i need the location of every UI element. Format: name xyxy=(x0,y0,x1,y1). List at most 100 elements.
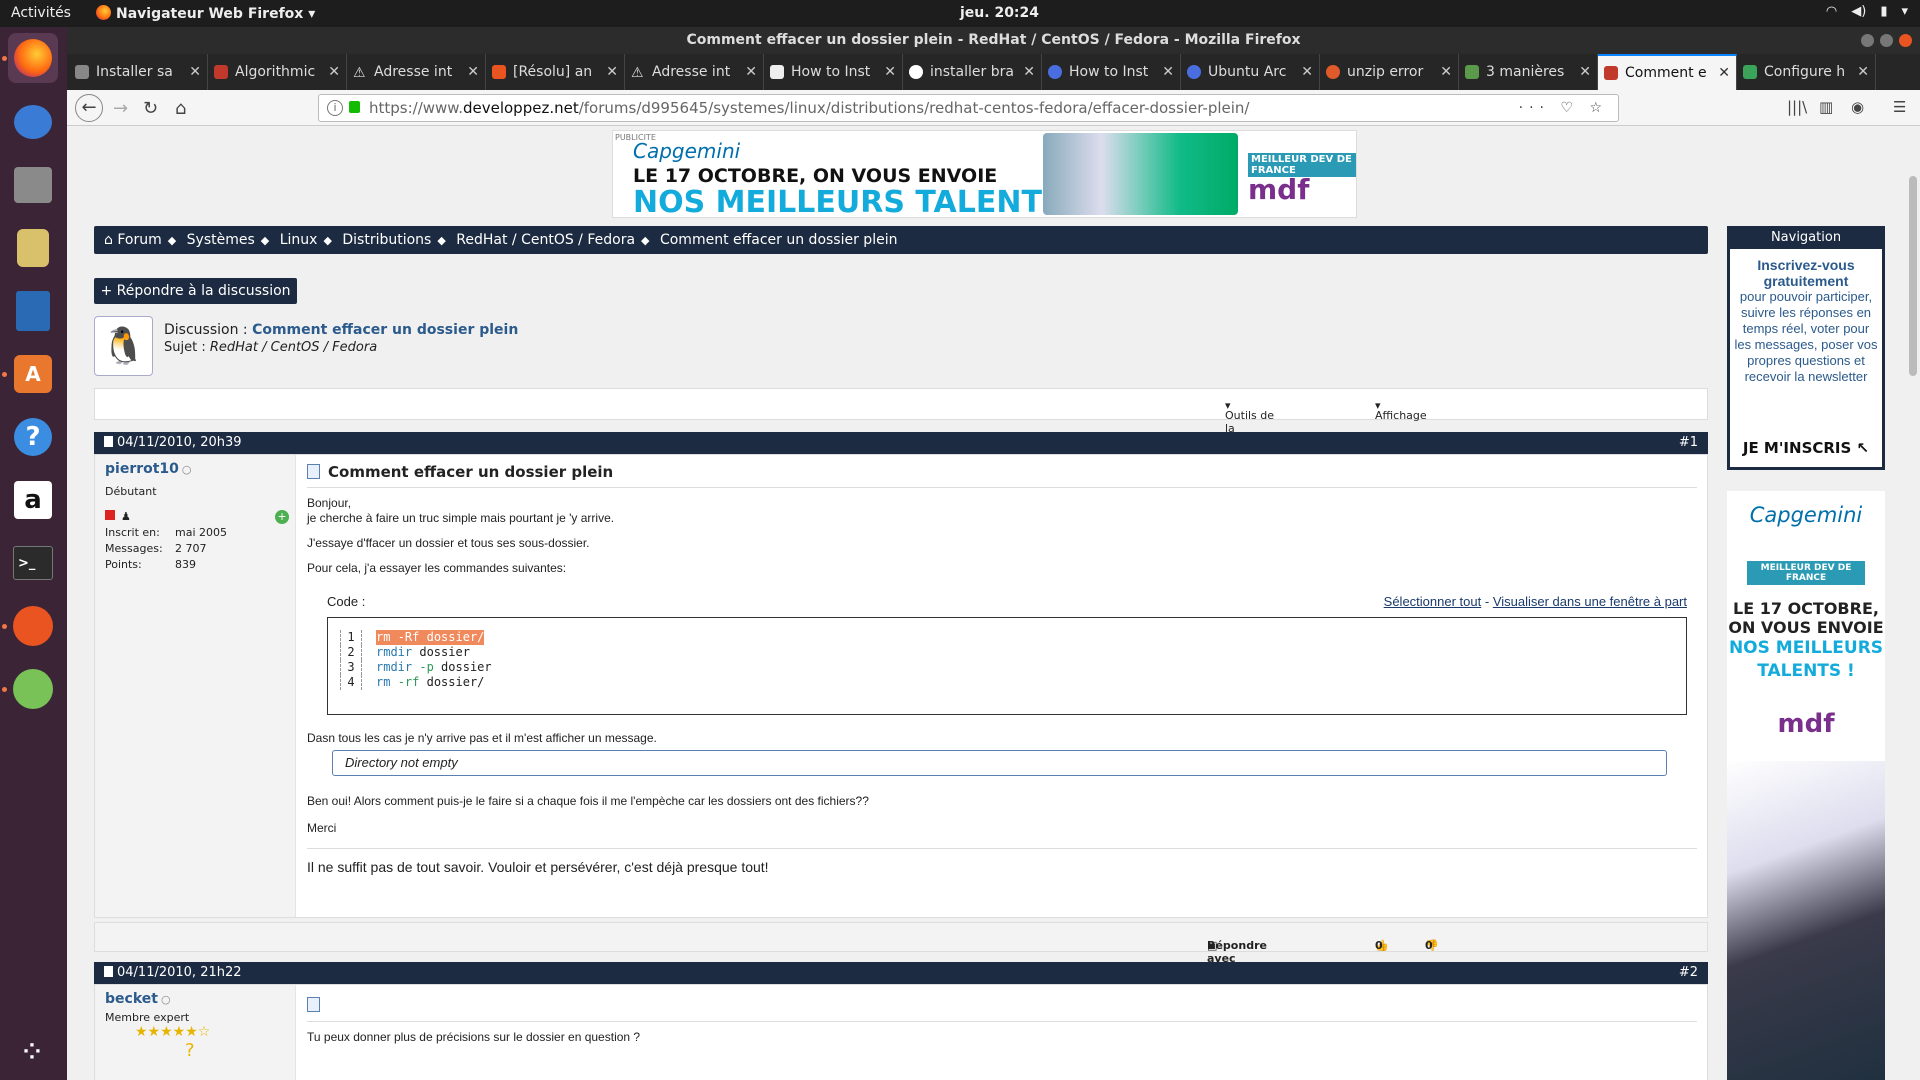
close-tab-icon[interactable]: ✕ xyxy=(606,64,618,80)
code-block[interactable]: 1 rm -Rf dossier/ 2 rmdir dossier 3 rmdir -… xyxy=(327,617,1687,715)
username[interactable]: pierrot10 ○ xyxy=(105,461,285,477)
url-bar[interactable]: i https://www.developpez.net/forums/d995… xyxy=(318,94,1619,122)
close-tab-icon[interactable]: ✕ xyxy=(1718,65,1730,81)
forward-button[interactable]: → xyxy=(113,98,128,119)
dock-rhythmbox[interactable] xyxy=(8,223,58,273)
menu-icon[interactable]: ☰ xyxy=(1893,98,1906,116)
add-contact-icon[interactable]: + xyxy=(275,510,289,524)
side-ad[interactable]: Capgemini MEILLEUR DEV DE FRANCE LE 17 O… xyxy=(1727,491,1885,1080)
browser-tab[interactable]: How to Inst ✕ xyxy=(1042,54,1181,90)
dock-firefox[interactable] xyxy=(8,33,58,83)
signup-button[interactable]: JE M'INSCRIS ↖ xyxy=(1730,439,1882,457)
url-prefix: https://www. xyxy=(369,99,463,117)
account-icon[interactable]: ◉ xyxy=(1851,98,1864,116)
system-top-bar: Activités Navigateur Web Firefox ▾ jeu. … xyxy=(0,0,1920,27)
dock-help[interactable]: ? xyxy=(8,412,58,462)
home-button[interactable]: ⌂ xyxy=(175,98,186,119)
page-actions[interactable]: ··· ♡ ☆ xyxy=(1519,95,1608,121)
info-icon[interactable]: i xyxy=(327,100,343,116)
side-ad-mdf-logo: mdf xyxy=(1777,709,1835,739)
sidebar-icon[interactable]: ▥ xyxy=(1819,98,1833,116)
minimize-button[interactable] xyxy=(1861,34,1874,47)
breadcrumb-systemes[interactable]: Systèmes xyxy=(187,232,255,248)
breadcrumb-linux[interactable]: Linux xyxy=(280,232,318,248)
browser-tab[interactable]: installer bra ✕ xyxy=(903,54,1042,90)
close-tab-icon[interactable]: ✕ xyxy=(1301,64,1313,80)
close-tab-icon[interactable]: ✕ xyxy=(189,64,201,80)
post-body: Tu peux donner plus de précisions sur le… xyxy=(307,993,1697,1045)
activities-button[interactable]: Activités xyxy=(11,5,71,21)
app-menu[interactable]: Navigateur Web Firefox ▾ xyxy=(96,5,315,22)
post: becket ○ Membre expert ★★★★★☆ ? Tu peux d… xyxy=(94,984,1708,1080)
browser-tab[interactable]: ⚠ Adresse int ✕ xyxy=(625,54,764,90)
breadcrumb-redhat[interactable]: RedHat / CentOS / Fedora xyxy=(456,232,635,248)
amazon-icon: a xyxy=(14,481,52,519)
browser-tab[interactable]: Ubuntu Arc ✕ xyxy=(1181,54,1320,90)
post-signature: Il ne suffit pas de tout savoir. Vouloir… xyxy=(307,848,1697,875)
dock-android-studio[interactable] xyxy=(8,664,58,714)
discussion-title[interactable]: Comment effacer un dossier plein xyxy=(252,322,518,338)
reload-button[interactable]: ↻ xyxy=(143,98,158,119)
maximize-button[interactable] xyxy=(1880,34,1893,47)
library-icon[interactable]: |||\ xyxy=(1787,98,1807,116)
view-window-link[interactable]: Visualiser dans une fenêtre à part xyxy=(1493,594,1687,609)
show-applications-icon[interactable]: ⁘ xyxy=(8,1027,58,1077)
browser-tab[interactable]: Algorithmic ✕ xyxy=(208,54,347,90)
dock-amazon[interactable]: a xyxy=(8,475,58,525)
close-window-button[interactable] xyxy=(1899,34,1912,47)
subject-line: Sujet : RedHat / CentOS / Fedora xyxy=(164,340,377,355)
close-tab-icon[interactable]: ✕ xyxy=(1579,64,1591,80)
close-tab-icon[interactable]: ✕ xyxy=(1162,64,1174,80)
browser-tab[interactable]: unzip error ✕ xyxy=(1320,54,1459,90)
breadcrumb-distributions[interactable]: Distributions xyxy=(342,232,431,248)
side-ad-line: NOS MEILLEURS xyxy=(1728,638,1884,658)
page-content: PUBLICITE Capgemini LE 17 OCTOBRE, ON VO… xyxy=(67,126,1920,1080)
browser-tab[interactable]: Installer sa ✕ xyxy=(69,54,208,90)
display-dropdown[interactable]: Affichage ▾ xyxy=(1375,399,1427,422)
line-number: 2 xyxy=(340,645,362,660)
close-tab-icon[interactable]: ✕ xyxy=(1023,64,1035,80)
thread-tools-dropdown[interactable]: Outils de la discussion ▾ xyxy=(1225,399,1282,448)
dock-writer[interactable] xyxy=(8,286,58,336)
dock-ubuntu[interactable] xyxy=(8,601,58,651)
document-icon xyxy=(307,997,320,1012)
scrollbar-thumb[interactable] xyxy=(1909,176,1917,376)
dock-thunderbird[interactable] xyxy=(8,97,58,147)
dock-files[interactable] xyxy=(8,160,58,210)
reply-to-discussion-button[interactable]: + Répondre à la discussion xyxy=(94,278,297,304)
signup-heading[interactable]: Inscrivez-vous gratuitement xyxy=(1734,257,1878,289)
breadcrumb-forum[interactable]: Forum xyxy=(117,232,161,248)
post-number[interactable]: #2 xyxy=(1679,962,1698,984)
clock[interactable]: jeu. 20:24 xyxy=(960,5,1039,21)
close-tab-icon[interactable]: ✕ xyxy=(467,64,479,80)
close-tab-icon[interactable]: ✕ xyxy=(884,64,896,80)
close-tab-icon[interactable]: ✕ xyxy=(745,64,757,80)
browser-tab[interactable]: Configure h ✕ xyxy=(1737,54,1876,90)
close-tab-icon[interactable]: ✕ xyxy=(328,64,340,80)
post-number[interactable]: #1 xyxy=(1679,432,1698,454)
breadcrumb: ⌂ Forum ◆ Systèmes ◆ Linux ◆ Distributions ◆… xyxy=(94,226,1708,254)
window-titlebar: Comment effacer un dossier plein - RedHa… xyxy=(67,27,1920,54)
dock-terminal[interactable]: >_ xyxy=(8,538,58,588)
system-tray[interactable]: ◠ ◀) ▮ ▾ xyxy=(1826,4,1908,19)
dock-software[interactable]: A xyxy=(8,349,58,399)
tab-favicon xyxy=(1743,65,1757,79)
ad-banner[interactable]: PUBLICITE Capgemini LE 17 OCTOBRE, ON VO… xyxy=(612,130,1357,220)
points-value: 839 xyxy=(175,558,196,571)
browser-tab[interactable]: How to Inst ✕ xyxy=(764,54,903,90)
tab-label: Adresse int xyxy=(374,64,453,80)
page-scrollbar[interactable] xyxy=(1906,126,1920,1080)
tab-label: Ubuntu Arc xyxy=(1208,64,1287,80)
browser-tab-active[interactable]: Comment e ✕ xyxy=(1598,54,1737,90)
close-tab-icon[interactable]: ✕ xyxy=(1440,64,1452,80)
code-option: -p xyxy=(419,660,434,674)
side-ad-line: LE 17 OCTOBRE, xyxy=(1733,599,1879,618)
close-tab-icon[interactable]: ✕ xyxy=(1857,64,1869,80)
browser-tab[interactable]: ⚠ Adresse int ✕ xyxy=(347,54,486,90)
back-button[interactable]: ← xyxy=(75,94,103,122)
browser-tab[interactable]: 3 manières ✕ xyxy=(1459,54,1598,90)
select-all-link[interactable]: Sélectionner tout xyxy=(1384,594,1482,609)
browser-tab[interactable]: [Résolu] an ✕ xyxy=(486,54,625,90)
cursor-icon: ↖ xyxy=(1856,439,1870,457)
username[interactable]: becket ○ xyxy=(105,991,285,1007)
